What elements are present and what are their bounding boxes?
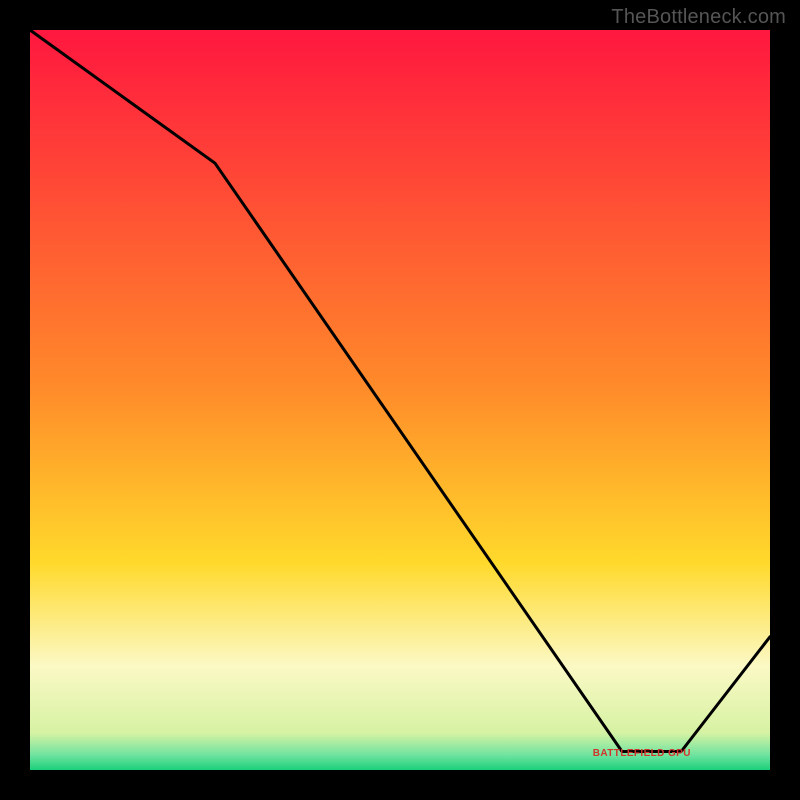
x-axis-tick-label: BATTLEFIELD GPU	[593, 748, 691, 759]
attribution-text: TheBottleneck.com	[611, 6, 786, 29]
gradient-plot	[30, 30, 770, 770]
chart-area: BATTLEFIELD GPU	[30, 30, 770, 770]
gradient-background	[30, 30, 770, 770]
